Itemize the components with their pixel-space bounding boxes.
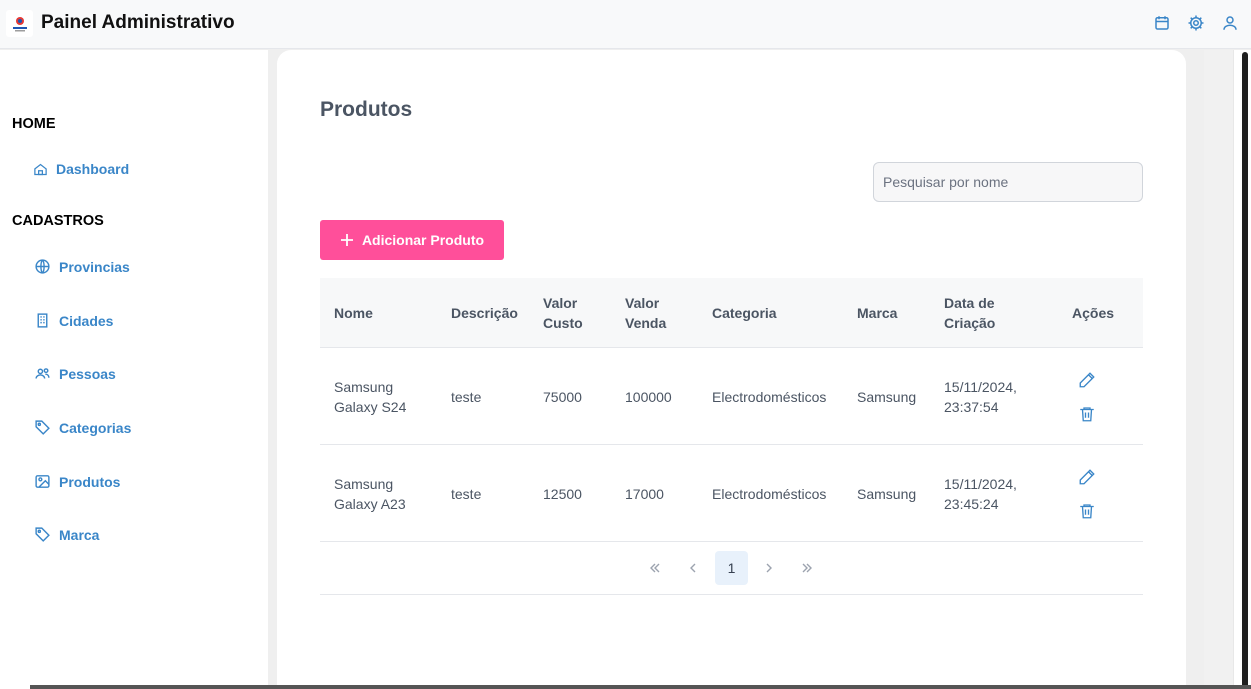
add-product-button[interactable]: Adicionar Produto [320,220,504,260]
table-row: Samsung Galaxy S24 teste 75000 100000 El… [320,348,1143,445]
top-bar: Painel Administrativo [0,0,1251,49]
cell-nome: Samsung Galaxy S24 [334,378,407,415]
row-actions [1078,348,1096,445]
tag-icon [35,527,50,542]
sidebar-item-produtos[interactable]: Produtos [34,473,120,490]
column-header-marca[interactable]: Marca [857,278,927,348]
pagination: 1 [320,542,1143,595]
column-header-valor-custo[interactable]: Valor Custo [543,278,603,348]
edit-pencil-icon[interactable] [1078,371,1096,389]
column-header-descricao[interactable]: Descrição [451,278,531,348]
page-title: Produtos [320,98,413,121]
chevrons-right-icon [802,563,812,573]
home-icon [34,163,47,175]
scroll-gutter [1204,50,1233,689]
chevron-right-icon [766,563,772,573]
trash-icon[interactable] [1078,502,1096,520]
row-actions [1078,445,1096,542]
tag-icon [35,420,50,435]
chevron-left-icon [689,563,695,573]
horizontal-scrollbar[interactable] [30,685,1251,689]
table-row: Samsung Galaxy A23 teste 12500 17000 Ele… [320,445,1143,542]
column-header-valor-venda[interactable]: Valor Venda [625,278,685,348]
sidebar-item-pessoas[interactable]: Pessoas [34,365,116,382]
cell-valor-venda: 17000 [625,485,664,502]
vertical-scrollbar[interactable] [1233,50,1251,689]
image-icon [35,475,50,488]
cell-descricao: teste [451,388,482,405]
page-button-current[interactable]: 1 [715,551,748,585]
first-page-button[interactable] [638,551,671,585]
add-product-label: Adicionar Produto [361,232,485,248]
sidebar-item-provincias[interactable]: Provincias [34,258,130,275]
cell-categoria: Electrodomésticos [712,388,827,405]
gear-icon[interactable] [1187,14,1205,32]
cell-marca: Samsung [857,388,917,405]
sidebar-item-label: Produtos [59,473,121,490]
search-input[interactable] [873,162,1143,202]
products-table: Nome Descrição Valor Custo Valor Venda C… [320,278,1143,595]
next-page-button[interactable] [752,551,785,585]
sidebar-item-label: Provincias [59,258,130,275]
sidebar: HOME Dashboard CADASTROS Provincias Cida… [0,50,268,689]
prev-page-button[interactable] [676,551,709,585]
plus-icon [340,234,353,246]
sidebar-item-cidades[interactable]: Cidades [34,312,113,329]
cell-data-criacao: 15/11/2024, 23:37:54 [944,378,1017,415]
column-header-categoria[interactable]: Categoria [712,278,832,348]
table-header: Nome Descrição Valor Custo Valor Venda C… [320,278,1143,348]
sidebar-item-marca[interactable]: Marca [34,526,99,543]
users-icon [35,368,50,379]
building-icon [37,313,48,328]
cell-data-criacao: 15/11/2024, 23:45:24 [944,475,1017,512]
cell-valor-custo: 75000 [543,388,582,405]
cell-valor-custo: 12500 [543,485,582,502]
main-content: Produtos Adicionar Produto Nome Descriçã… [277,50,1186,689]
cell-descricao: teste [451,485,482,502]
cell-valor-venda: 100000 [625,388,672,405]
chevrons-left-icon [649,563,659,573]
sidebar-item-label: Categorias [59,419,132,436]
cell-marca: Samsung [857,485,917,502]
sidebar-item-categorias[interactable]: Categorias [34,419,131,436]
globe-icon [35,259,50,274]
last-page-button[interactable] [790,551,823,585]
scrollbar-thumb[interactable] [1242,52,1248,688]
sidebar-item-label: Pessoas [59,365,116,382]
sidebar-item-label: Cidades [59,312,114,329]
column-header-data-criacao[interactable]: Data de Criação [944,278,1014,348]
cell-categoria: Electrodomésticos [712,485,827,502]
trash-icon[interactable] [1078,405,1096,423]
sidebar-item-label: Marca [59,526,100,543]
app-title: Painel Administrativo [41,12,235,33]
cell-nome: Samsung Galaxy A23 [334,475,406,512]
user-icon[interactable] [1221,14,1239,32]
sidebar-item-label: Dashboard [56,161,130,177]
sidebar-item-dashboard[interactable]: Dashboard [33,161,129,177]
column-header-acoes: Ações [1072,305,1115,321]
sidebar-section-home: HOME [12,116,56,132]
calendar-icon[interactable] [1153,14,1171,32]
column-header-nome[interactable]: Nome [334,278,434,348]
edit-pencil-icon[interactable] [1078,468,1096,486]
app-logo[interactable] [6,10,33,37]
sidebar-section-cadastros: CADASTROS [12,213,104,229]
